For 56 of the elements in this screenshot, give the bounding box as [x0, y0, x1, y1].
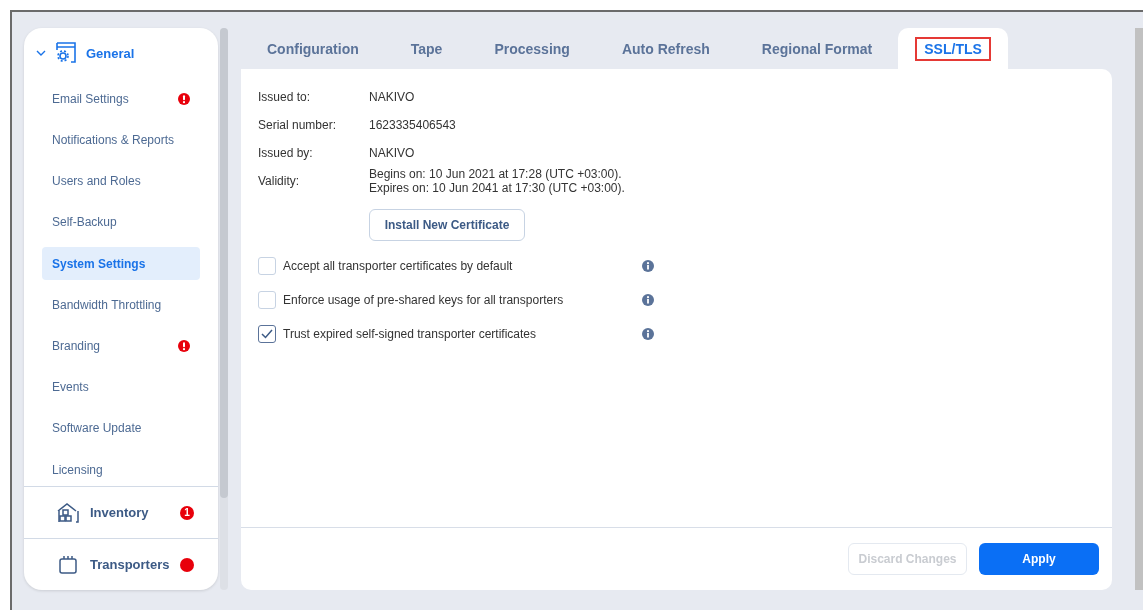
settings-tab[interactable]: Processing [468, 28, 596, 69]
sidebar-item[interactable]: Email Settings [42, 82, 200, 116]
sidebar-item[interactable]: Self-Backup [42, 206, 200, 239]
sidebar-item-label: Self-Backup [52, 215, 117, 230]
install-certificate-button[interactable]: Install New Certificate [369, 209, 525, 241]
sidebar-item-label: Branding [52, 339, 101, 354]
checkbox-label: Trust expired self-signed transporter certificates [283, 327, 537, 341]
field-value: NAKIVO [369, 90, 416, 104]
chevron-icon [36, 50, 46, 56]
field-value: NAKIVO [369, 146, 416, 160]
sidebar-item-label: Bandwidth Throttling [52, 297, 162, 312]
apply-button[interactable]: Apply [979, 543, 1099, 575]
settings-tab[interactable]: Tape [384, 28, 469, 69]
field-value: Begins on: 10 Jun 2021 at 17:28 (UTC +03:00). [369, 167, 623, 181]
house-icon [56, 501, 80, 524]
chip-icon [56, 553, 80, 576]
general-section-header[interactable]: General [24, 28, 218, 74]
sidebar-item[interactable]: Branding [42, 329, 200, 363]
sidebar-group[interactable]: Transporters [24, 538, 218, 590]
sidebar-item[interactable]: Licensing [42, 453, 200, 487]
sidebar-item-label: System Settings [52, 256, 146, 271]
checkbox-label: Enforce usage of pre-shared keys for all transporters [283, 293, 565, 307]
sidebar-item-label: Licensing [52, 462, 103, 477]
sidebar-item-label: Software Update [52, 421, 142, 436]
sidebar-group-label: Transporters [90, 557, 170, 573]
settings-tab[interactable]: SSL/TLS [898, 28, 1008, 69]
sidebar-item-label: Users and Roles [52, 174, 141, 189]
gear-window-icon [54, 42, 78, 64]
settings-tab[interactable]: Configuration [241, 28, 385, 69]
sidebar-item[interactable]: Notifications & Reports [42, 123, 200, 157]
sidebar-item[interactable]: Software Update [42, 412, 200, 445]
settings-tab[interactable]: Regional Format [735, 28, 899, 69]
checkbox[interactable] [258, 325, 276, 343]
field-label: Validity: [258, 174, 301, 188]
sidebar-item-label: Email Settings [52, 91, 129, 106]
info-icon[interactable] [642, 294, 654, 306]
sidebar-item[interactable]: System Settings [42, 247, 200, 280]
field-value: 1623335406543 [369, 118, 457, 132]
sidebar-item[interactable]: Bandwidth Throttling [42, 288, 200, 322]
sidebar-group-label: Inventory [90, 505, 150, 521]
sidebar-item-label: Events [52, 380, 89, 395]
checkbox-label: Accept all transporter certificates by default [283, 259, 514, 273]
field-label: Issued to: [258, 90, 312, 104]
sidebar-group[interactable]: Inventory 1 [24, 486, 218, 539]
field-label: Issued by: [258, 146, 314, 160]
field-value: Expires on: 10 Jun 2041 at 17:30 (UTC +03:00). [369, 181, 626, 195]
alert-icon [178, 340, 190, 353]
info-icon[interactable] [642, 260, 654, 272]
settings-tab[interactable]: Auto Refresh [595, 28, 736, 69]
count-badge: 1 [180, 505, 194, 520]
alert-icon [178, 92, 190, 105]
field-label: Serial number: [258, 118, 338, 132]
sidebar-item-label: Notifications & Reports [52, 133, 175, 148]
sidebar-item[interactable]: Users and Roles [42, 164, 200, 198]
info-icon[interactable] [642, 328, 654, 340]
sidebar-item[interactable]: Events [42, 370, 200, 404]
